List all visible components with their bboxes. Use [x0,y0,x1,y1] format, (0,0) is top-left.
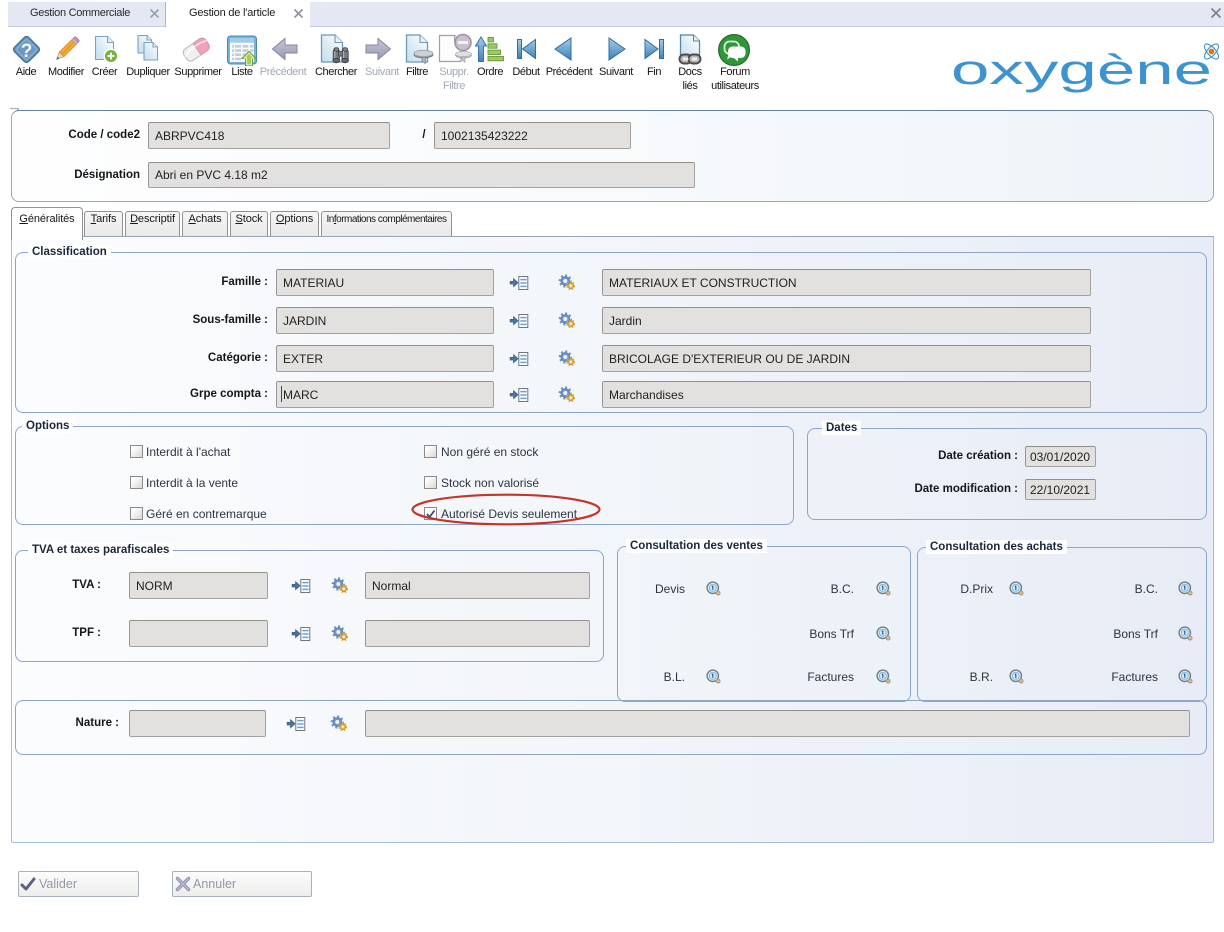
svg-text:oxygène: oxygène [951,46,1212,93]
svg-text:?: ? [21,41,33,62]
